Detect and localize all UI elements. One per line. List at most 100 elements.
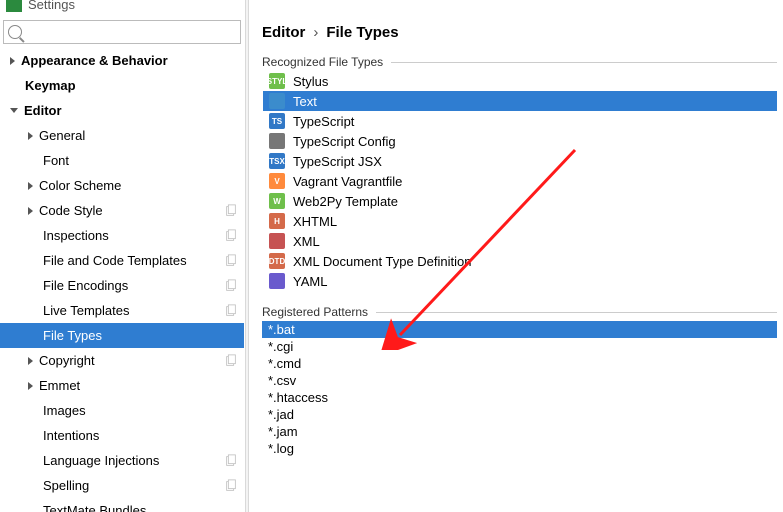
spacer <box>28 431 37 440</box>
file-type-icon: W <box>269 193 285 209</box>
sidebar-item-font[interactable]: Font <box>0 148 244 173</box>
breadcrumb-root[interactable]: Editor <box>262 24 305 41</box>
sidebar-item-intentions[interactable]: Intentions <box>0 423 244 448</box>
sidebar-item-label: Emmet <box>39 378 238 393</box>
settings-tree: Appearance & BehaviorKeymapEditor General… <box>0 48 244 512</box>
sidebar-item-label: Spelling <box>43 478 224 493</box>
spacer <box>28 331 37 340</box>
chevron-right-icon <box>28 382 33 390</box>
file-type-label: TypeScript Config <box>293 134 396 149</box>
spacer <box>28 306 37 315</box>
file-type-label: YAML <box>293 274 327 289</box>
file-type-row[interactable]: WWeb2Py Template <box>263 191 777 211</box>
file-type-row[interactable]: TSX TypeScript JSX <box>263 151 777 171</box>
chevron-right-icon <box>28 207 33 215</box>
spacer <box>28 231 37 240</box>
settings-search[interactable] <box>3 20 241 44</box>
pattern-label: *.csv <box>268 373 296 388</box>
file-type-label: Vagrant Vagrantfile <box>293 174 402 189</box>
file-type-row[interactable]: HXHTML <box>263 211 777 231</box>
file-type-label: TypeScript JSX <box>293 154 382 169</box>
file-type-icon: TSX <box>269 153 285 169</box>
sidebar-item-file-types[interactable]: File Types <box>0 323 244 348</box>
sidebar-item-color-scheme[interactable]: Color Scheme <box>0 173 244 198</box>
section-divider <box>391 62 777 63</box>
pattern-row[interactable]: *.jam <box>262 423 777 440</box>
sidebar-item-images[interactable]: Images <box>0 398 244 423</box>
sidebar-item-general[interactable]: General <box>0 123 244 148</box>
pattern-row[interactable]: *.cmd <box>262 355 777 372</box>
sidebar-item-label: File and Code Templates <box>43 253 224 268</box>
pattern-row[interactable]: *.jad <box>262 406 777 423</box>
file-type-row[interactable]: YAML <box>263 271 777 291</box>
sidebar-item-emmet[interactable]: Emmet <box>0 373 244 398</box>
sidebar-item-code-style[interactable]: Code Style <box>0 198 244 223</box>
window-titlebar: Settings <box>0 0 81 14</box>
spacer <box>28 456 37 465</box>
file-type-row[interactable]: STYLStylus <box>263 71 777 91</box>
breadcrumb: Editor › File Types <box>262 24 777 41</box>
pattern-label: *.cgi <box>268 339 293 354</box>
file-type-row[interactable]: XML <box>263 231 777 251</box>
sidebar-item-file-and-code-templates[interactable]: File and Code Templates <box>0 248 244 273</box>
sidebar-item-label: Live Templates <box>43 303 224 318</box>
file-type-icon <box>269 133 285 149</box>
file-type-row[interactable]: Text <box>263 91 777 111</box>
search-icon <box>8 25 22 39</box>
file-type-icon: V <box>269 173 285 189</box>
sidebar-item-spelling[interactable]: Spelling <box>0 473 244 498</box>
registered-patterns-section: Registered Patterns *.bat*.cgi*.cmd*.csv… <box>262 305 777 457</box>
scheme-icon <box>224 304 238 318</box>
chevron-right-icon: › <box>313 24 318 41</box>
chevron-down-icon <box>10 108 18 113</box>
file-type-icon: STYL <box>269 73 285 89</box>
sidebar-item-keymap[interactable]: Keymap <box>0 73 244 98</box>
sidebar-item-label: Code Style <box>39 203 224 218</box>
sidebar-item-label: General <box>39 128 238 143</box>
file-types-list[interactable]: STYLStylus Text TSTypeScript TypeScript Con… <box>262 71 777 291</box>
pattern-row[interactable]: *.csv <box>262 372 777 389</box>
pattern-row[interactable]: *.log <box>262 440 777 457</box>
file-type-row[interactable]: V Vagrant Vagrantfile <box>263 171 777 191</box>
file-type-icon: DTD <box>269 253 285 269</box>
recognized-file-types-section: Recognized File Types STYLStylusTextTSTy… <box>262 55 777 291</box>
spacer <box>28 281 37 290</box>
pattern-label: *.log <box>268 441 294 456</box>
spacer <box>10 81 19 90</box>
sidebar-item-inspections[interactable]: Inspections <box>0 223 244 248</box>
pattern-row[interactable]: *.bat <box>262 321 777 338</box>
scheme-icon <box>224 254 238 268</box>
file-type-label: XHTML <box>293 214 337 229</box>
sidebar-item-textmate-bundles[interactable]: TextMate Bundles <box>0 498 244 512</box>
scheme-icon <box>224 204 238 218</box>
pattern-row[interactable]: *.htaccess <box>262 389 777 406</box>
sidebar-item-appearance-behavior[interactable]: Appearance & Behavior <box>0 48 244 73</box>
split-divider[interactable] <box>245 0 249 512</box>
pattern-label: *.jam <box>268 424 298 439</box>
sidebar-item-language-injections[interactable]: Language Injections <box>0 448 244 473</box>
chevron-right-icon <box>10 57 15 65</box>
sidebar-item-copyright[interactable]: Copyright <box>0 348 244 373</box>
sidebar-item-editor[interactable]: Editor <box>0 98 244 123</box>
spacer <box>28 256 37 265</box>
file-type-row[interactable]: TSTypeScript <box>263 111 777 131</box>
file-type-label: XML Document Type Definition <box>293 254 471 269</box>
search-input[interactable] <box>26 25 236 39</box>
file-type-row[interactable]: DTD XML Document Type Definition <box>263 251 777 271</box>
sidebar-item-label: Images <box>43 403 238 418</box>
file-type-row[interactable]: TypeScript Config <box>263 131 777 151</box>
file-type-icon <box>269 93 285 109</box>
file-type-icon <box>269 273 285 289</box>
pattern-label: *.cmd <box>268 356 301 371</box>
chevron-right-icon <box>28 357 33 365</box>
sidebar-item-file-encodings[interactable]: File Encodings <box>0 273 244 298</box>
file-type-label: TypeScript <box>293 114 354 129</box>
sidebar-item-live-templates[interactable]: Live Templates <box>0 298 244 323</box>
patterns-list[interactable]: *.bat*.cgi *.cmd *.csv*.htaccess*.jad*.jam… <box>262 321 777 457</box>
sidebar-item-label: File Types <box>43 328 238 343</box>
spacer <box>28 506 37 512</box>
scheme-icon <box>224 479 238 493</box>
file-type-icon <box>269 233 285 249</box>
file-type-label: Text <box>293 94 317 109</box>
pattern-row[interactable]: *.cgi <box>262 338 777 355</box>
